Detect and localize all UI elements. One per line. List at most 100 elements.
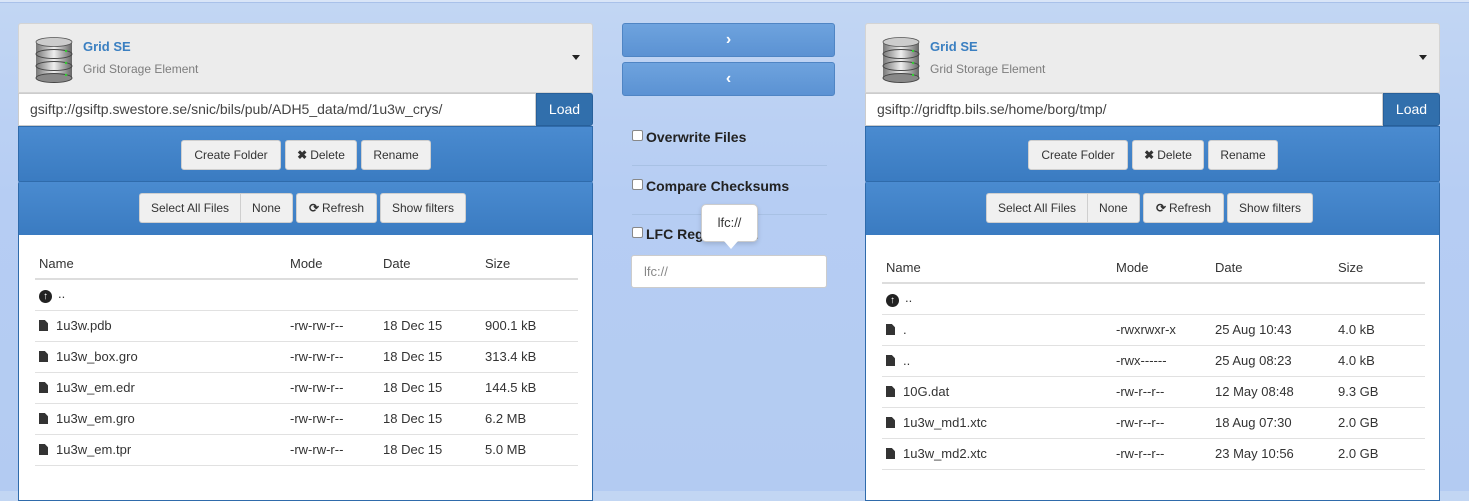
right-file-list: Select All Files None ⟳ Refresh Show filt…: [865, 181, 1440, 501]
close-icon: ✖: [1144, 148, 1155, 162]
caret-down-icon[interactable]: [1419, 55, 1427, 60]
table-row[interactable]: 1u3w_em.gro -rw-rw-r-- 18 Dec 15 6.2 MB: [35, 403, 578, 435]
selection-button-group: Select All Files None: [986, 193, 1140, 223]
file-icon: [886, 324, 895, 335]
delete-button[interactable]: ✖ Delete: [285, 140, 357, 170]
lfc-registration-checkbox[interactable]: [632, 227, 643, 238]
table-row[interactable]: . -rwxrwxr-x 25 Aug 10:43 4.0 kB: [882, 314, 1425, 346]
column-mode[interactable]: Mode: [1112, 253, 1211, 284]
load-button[interactable]: Load: [1383, 93, 1440, 126]
refresh-label: Refresh: [322, 201, 365, 215]
select-none-button[interactable]: None: [1087, 193, 1140, 223]
file-icon: [886, 386, 895, 397]
select-none-button[interactable]: None: [240, 193, 293, 223]
table-row[interactable]: .. -rwx------ 25 Aug 08:23 4.0 kB: [882, 345, 1425, 377]
storage-selector[interactable]: Grid SE Grid Storage Element: [18, 23, 593, 93]
chevron-right-icon: ›: [725, 31, 732, 48]
file-date: 18 Dec 15: [379, 310, 481, 342]
file-icon: [39, 382, 48, 393]
table-row[interactable]: 1u3w_box.gro -rw-rw-r-- 18 Dec 15 313.4 …: [35, 341, 578, 373]
url-row: gsiftp://gridftp.bils.se/home/borg/tmp/ …: [865, 93, 1440, 126]
file-size: 5.0 MB: [481, 434, 578, 466]
file-name: 1u3w_em.edr: [56, 380, 135, 395]
file-size: 9.3 GB: [1334, 376, 1425, 408]
file-icon: [886, 355, 895, 366]
file-name: 1u3w_em.gro: [56, 411, 135, 426]
column-date[interactable]: Date: [379, 249, 481, 280]
table-row[interactable]: 1u3w_em.tpr -rw-rw-r-- 18 Dec 15 5.0 MB: [35, 434, 578, 466]
file-mode: -rwx------: [1112, 345, 1211, 377]
file-date: 12 May 08:48: [1211, 376, 1334, 408]
compare-checksums-option[interactable]: Compare Checksums: [632, 178, 789, 194]
file-actions-toolbar: Create Folder ✖ Delete Rename: [18, 126, 593, 183]
column-size[interactable]: Size: [481, 249, 578, 280]
arrow-up-icon: ↑: [886, 294, 899, 308]
select-all-files-button[interactable]: Select All Files: [986, 193, 1088, 223]
column-mode[interactable]: Mode: [286, 249, 379, 280]
column-size[interactable]: Size: [1334, 253, 1425, 284]
left-file-list: Select All Files None ⟳ Refresh Show filt…: [18, 181, 593, 501]
compare-checksums-checkbox[interactable]: [632, 179, 643, 190]
file-size: 900.1 kB: [481, 310, 578, 342]
file-size: 2.0 GB: [1334, 407, 1425, 439]
delete-label: Delete: [1157, 148, 1192, 162]
file-date: 18 Dec 15: [379, 403, 481, 435]
file-size: 144.5 kB: [481, 372, 578, 404]
file-mode: -rw-rw-r--: [286, 434, 379, 466]
transfer-right-button[interactable]: ›: [622, 23, 835, 57]
lfc-url-input[interactable]: lfc://: [631, 255, 827, 288]
rename-button[interactable]: Rename: [1208, 140, 1278, 170]
table-row[interactable]: 1u3w.pdb -rw-rw-r-- 18 Dec 15 900.1 kB: [35, 310, 578, 342]
delete-label: Delete: [310, 148, 345, 162]
file-date: 18 Dec 15: [379, 372, 481, 404]
url-input[interactable]: gsiftp://gridftp.bils.se/home/borg/tmp/: [865, 93, 1383, 126]
column-name[interactable]: Name: [35, 249, 286, 280]
lfc-tooltip: lfc://: [701, 204, 758, 249]
file-icon: [886, 417, 895, 428]
url-input[interactable]: gsiftp://gsiftp.swestore.se/snic/bils/pu…: [18, 93, 536, 126]
table-row[interactable]: 1u3w_md2.xtc -rw-r--r-- 23 May 10:56 2.0…: [882, 438, 1425, 470]
table-row[interactable]: 1u3w_md1.xtc -rw-r--r-- 18 Aug 07:30 2.0…: [882, 407, 1425, 439]
left-endpoint-panel: Grid SE Grid Storage Element gsiftp://gs…: [18, 23, 593, 183]
parent-directory-row[interactable]: ↑..: [882, 283, 1425, 315]
table-header-row: Name Mode Date Size: [882, 253, 1425, 284]
file-size: 4.0 kB: [1334, 345, 1425, 377]
column-date[interactable]: Date: [1211, 253, 1334, 284]
file-date: 18 Dec 15: [379, 434, 481, 466]
refresh-button[interactable]: ⟳ Refresh: [1143, 193, 1224, 223]
parent-directory-row[interactable]: ↑..: [35, 279, 578, 311]
file-name: ..: [903, 353, 911, 368]
file-icon: [39, 320, 48, 331]
database-icon: [35, 37, 73, 83]
table-row[interactable]: 10G.dat -rw-r--r-- 12 May 08:48 9.3 GB: [882, 376, 1425, 408]
compare-checksums-label: Compare Checksums: [646, 178, 790, 194]
storage-selector[interactable]: Grid SE Grid Storage Element: [865, 23, 1440, 93]
show-filters-button[interactable]: Show filters: [380, 193, 466, 223]
show-filters-button[interactable]: Show filters: [1227, 193, 1313, 223]
refresh-button[interactable]: ⟳ Refresh: [296, 193, 377, 223]
refresh-icon: ⟳: [308, 201, 320, 215]
overwrite-files-checkbox[interactable]: [632, 130, 643, 141]
file-name: 10G.dat: [903, 384, 950, 399]
file-mode: -rw-r--r--: [1112, 407, 1211, 439]
load-button[interactable]: Load: [536, 93, 593, 126]
storage-title: Grid SE: [83, 39, 131, 54]
create-folder-button[interactable]: Create Folder: [181, 140, 281, 170]
create-folder-button[interactable]: Create Folder: [1028, 140, 1128, 170]
file-icon: [886, 448, 895, 459]
caret-down-icon[interactable]: [572, 55, 580, 60]
table-row[interactable]: 1u3w_em.edr -rw-rw-r-- 18 Dec 15 144.5 k…: [35, 372, 578, 404]
column-name[interactable]: Name: [882, 253, 1112, 284]
overwrite-files-option[interactable]: Overwrite Files: [632, 129, 746, 145]
rename-button[interactable]: Rename: [361, 140, 431, 170]
transfer-left-button[interactable]: ‹: [622, 62, 835, 96]
file-size: 313.4 kB: [481, 341, 578, 373]
file-name: 1u3w_md2.xtc: [903, 446, 987, 461]
delete-button[interactable]: ✖ Delete: [1132, 140, 1204, 170]
file-actions-toolbar: Create Folder ✖ Delete Rename: [865, 126, 1440, 183]
file-table: Name Mode Date Size ↑.. . -rwxrwxr-x 25 …: [882, 253, 1425, 470]
file-name: 1u3w_em.tpr: [56, 442, 132, 457]
file-list-header: Select All Files None ⟳ Refresh Show filt…: [19, 182, 592, 235]
storage-subtitle: Grid Storage Element: [930, 62, 1046, 76]
select-all-files-button[interactable]: Select All Files: [139, 193, 241, 223]
